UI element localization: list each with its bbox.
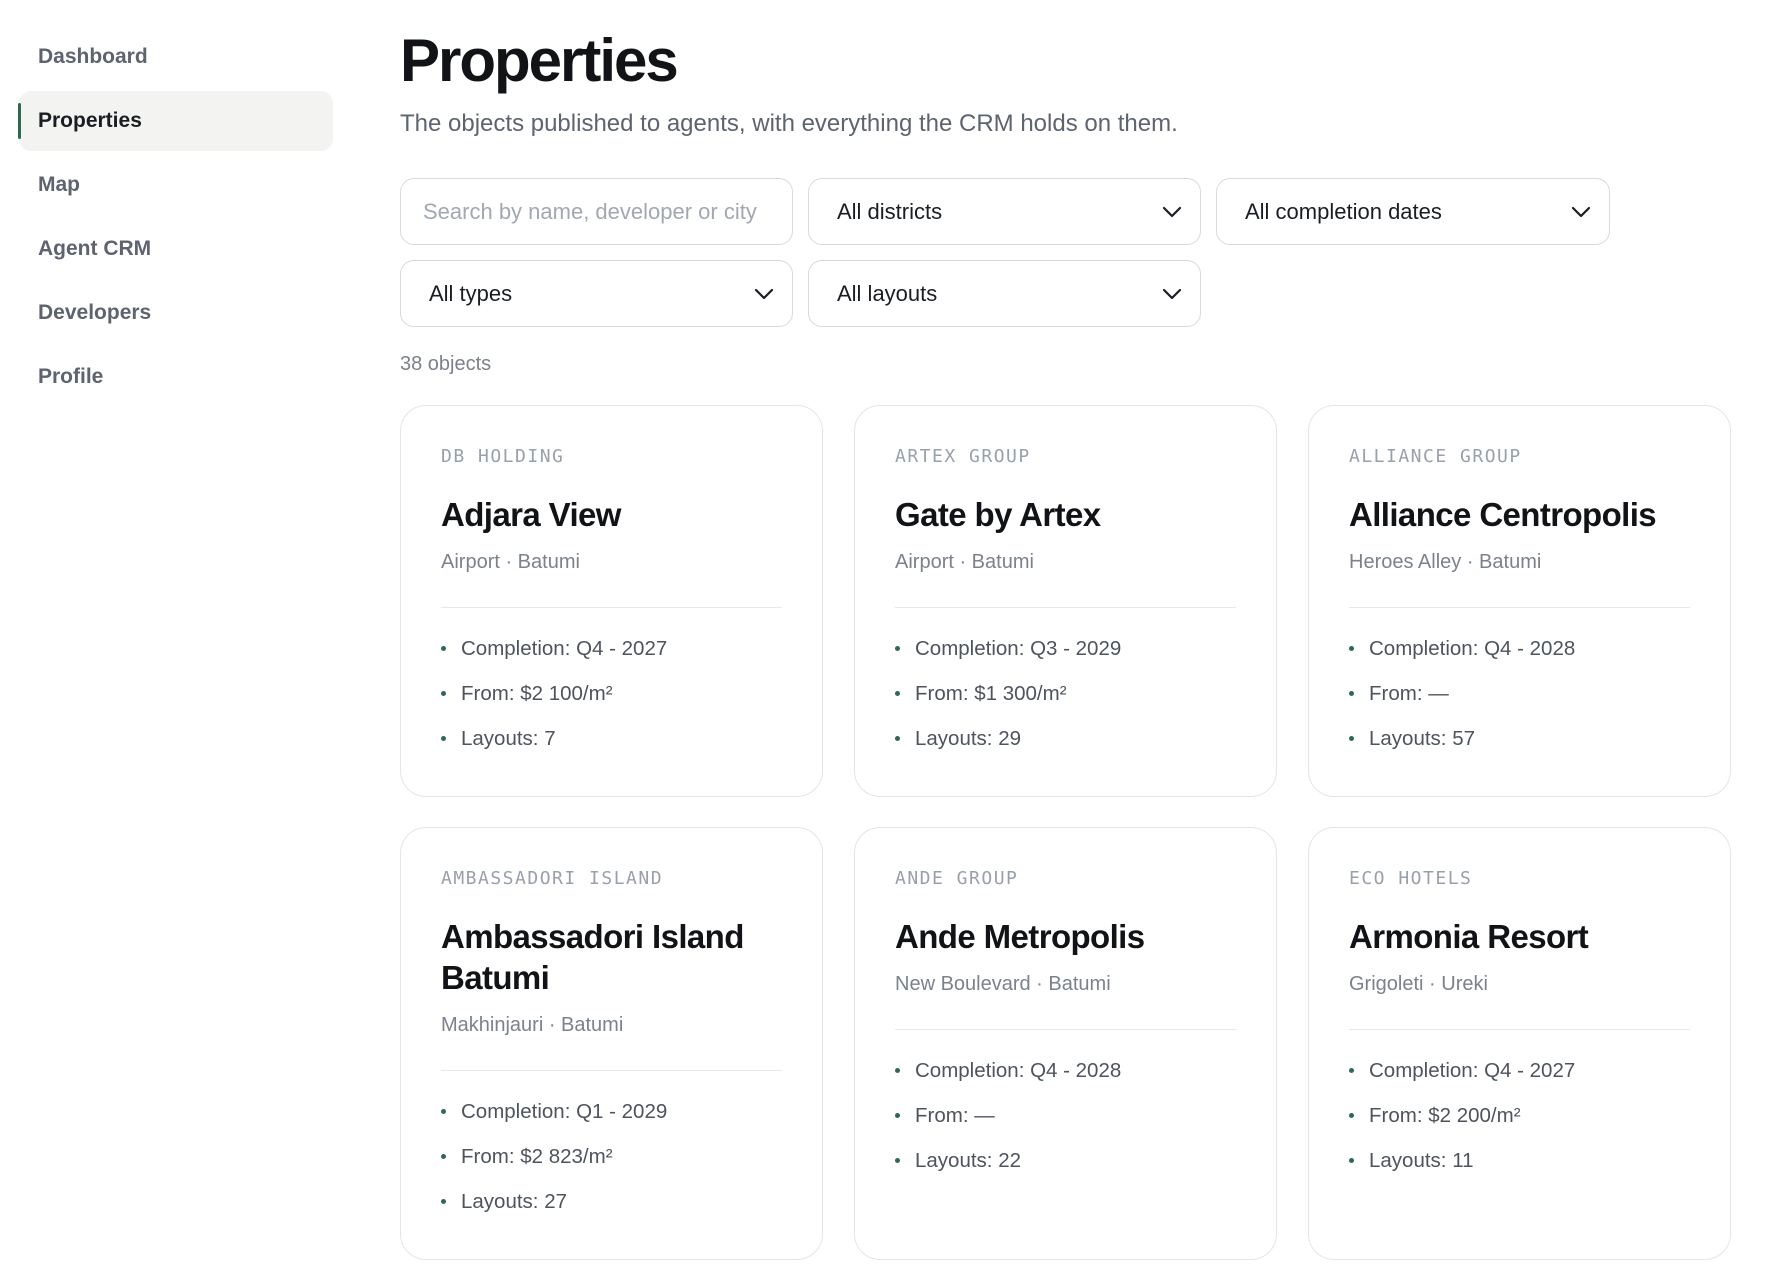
card-developer: ECO HOTELS (1349, 868, 1473, 889)
district-select[interactable]: All districts (808, 178, 1201, 245)
chevron-down-icon (754, 288, 774, 299)
chevron-down-icon (1162, 206, 1182, 217)
sidebar-item-developers[interactable]: Developers (19, 283, 333, 343)
card-facts: Completion: Q3 - 2029 From: $1 300/m² La… (895, 630, 1236, 758)
card-facts: Completion: Q4 - 2028 From: — Layouts: 2… (895, 1052, 1236, 1180)
card-price: From: — (1349, 675, 1690, 720)
property-card[interactable]: DB HOLDING Adjara View Airport · Batumi … (400, 405, 823, 797)
card-title: Gate by Artex (895, 496, 1101, 533)
card-location: New Boulevard · Batumi (895, 973, 1236, 1030)
card-price: From: $2 100/m² (441, 675, 782, 720)
card-title: Adjara View (441, 496, 621, 533)
property-card[interactable]: AMBASSADORI ISLAND Ambassadori Island Ba… (400, 827, 823, 1260)
completion-select[interactable]: All completion dates (1216, 178, 1610, 245)
card-price: From: $1 300/m² (895, 675, 1236, 720)
card-location: Heroes Alley · Batumi (1349, 551, 1690, 608)
card-completion: Completion: Q4 - 2028 (895, 1052, 1236, 1097)
sidebar-item-dashboard[interactable]: Dashboard (19, 27, 333, 87)
property-card[interactable]: ANDE GROUP Ande Metropolis New Boulevard… (854, 827, 1277, 1260)
card-title: Alliance Centropolis (1349, 496, 1657, 533)
card-developer: DB HOLDING (441, 446, 565, 467)
layouts-select-value: All layouts (837, 280, 938, 306)
card-location: Airport · Batumi (895, 551, 1236, 608)
card-developer: AMBASSADORI ISLAND (441, 868, 664, 889)
sidebar-item-properties[interactable]: Properties (18, 91, 333, 151)
card-completion: Completion: Q4 - 2027 (1349, 1052, 1690, 1097)
app-root: Dashboard Properties Map Agent CRM Devel… (0, 0, 1792, 1274)
card-price: From: $2 823/m² (441, 1138, 782, 1183)
page-subtitle: The objects published to agents, with ev… (400, 110, 1178, 137)
card-completion: Completion: Q3 - 2029 (895, 630, 1236, 675)
card-facts: Completion: Q4 - 2027 From: $2 200/m² La… (1349, 1052, 1690, 1180)
results-count: 38 objects (400, 353, 492, 375)
type-select[interactable]: All types (400, 260, 793, 327)
card-layouts: Layouts: 29 (895, 720, 1236, 758)
search-input[interactable] (423, 198, 774, 225)
property-card[interactable]: ARTEX GROUP Gate by Artex Airport · Batu… (854, 405, 1277, 797)
card-completion: Completion: Q1 - 2029 (441, 1093, 782, 1138)
layouts-select[interactable]: All layouts (808, 260, 1201, 327)
card-completion: Completion: Q4 - 2028 (1349, 630, 1690, 675)
sidebar-item-map[interactable]: Map (19, 155, 333, 215)
completion-select-value: All completion dates (1245, 198, 1442, 224)
property-grid: DB HOLDING Adjara View Airport · Batumi … (400, 405, 1731, 1260)
card-layouts: Layouts: 27 (441, 1183, 782, 1221)
card-developer: ALLIANCE GROUP (1349, 446, 1522, 467)
card-facts: Completion: Q4 - 2027 From: $2 100/m² La… (441, 630, 782, 758)
card-location: Airport · Batumi (441, 551, 782, 608)
card-layouts: Layouts: 11 (1349, 1142, 1690, 1180)
property-card[interactable]: ECO HOTELS Armonia Resort Grigoleti · Ur… (1308, 827, 1731, 1260)
sidebar-nav: Dashboard Properties Map Agent CRM Devel… (18, 27, 333, 411)
sidebar-item-profile[interactable]: Profile (19, 347, 333, 407)
card-location: Makhinjauri · Batumi (441, 1014, 782, 1071)
card-price: From: $2 200/m² (1349, 1097, 1690, 1142)
card-layouts: Layouts: 57 (1349, 720, 1690, 758)
chevron-down-icon (1162, 288, 1182, 299)
card-completion: Completion: Q4 - 2027 (441, 630, 782, 675)
card-developer: ARTEX GROUP (895, 446, 1031, 467)
chevron-down-icon (1571, 206, 1591, 217)
card-title: Armonia Resort (1349, 918, 1589, 955)
card-layouts: Layouts: 22 (895, 1142, 1236, 1180)
sidebar-item-agent-crm[interactable]: Agent CRM (19, 219, 333, 279)
card-developer: ANDE GROUP (895, 868, 1019, 889)
search-field[interactable] (400, 178, 793, 245)
card-facts: Completion: Q4 - 2028 From: — Layouts: 5… (1349, 630, 1690, 758)
type-select-value: All types (429, 280, 513, 306)
property-card[interactable]: ALLIANCE GROUP Alliance Centropolis Hero… (1308, 405, 1731, 797)
card-location: Grigoleti · Ureki (1349, 973, 1690, 1030)
district-select-value: All districts (837, 198, 943, 224)
card-price: From: — (895, 1097, 1236, 1142)
card-facts: Completion: Q1 - 2029 From: $2 823/m² La… (441, 1093, 782, 1221)
card-title: Ande Metropolis (895, 918, 1145, 955)
card-layouts: Layouts: 7 (441, 720, 782, 758)
page-title: Properties (400, 27, 679, 94)
card-title: Ambassadori Island Batumi (441, 918, 744, 996)
